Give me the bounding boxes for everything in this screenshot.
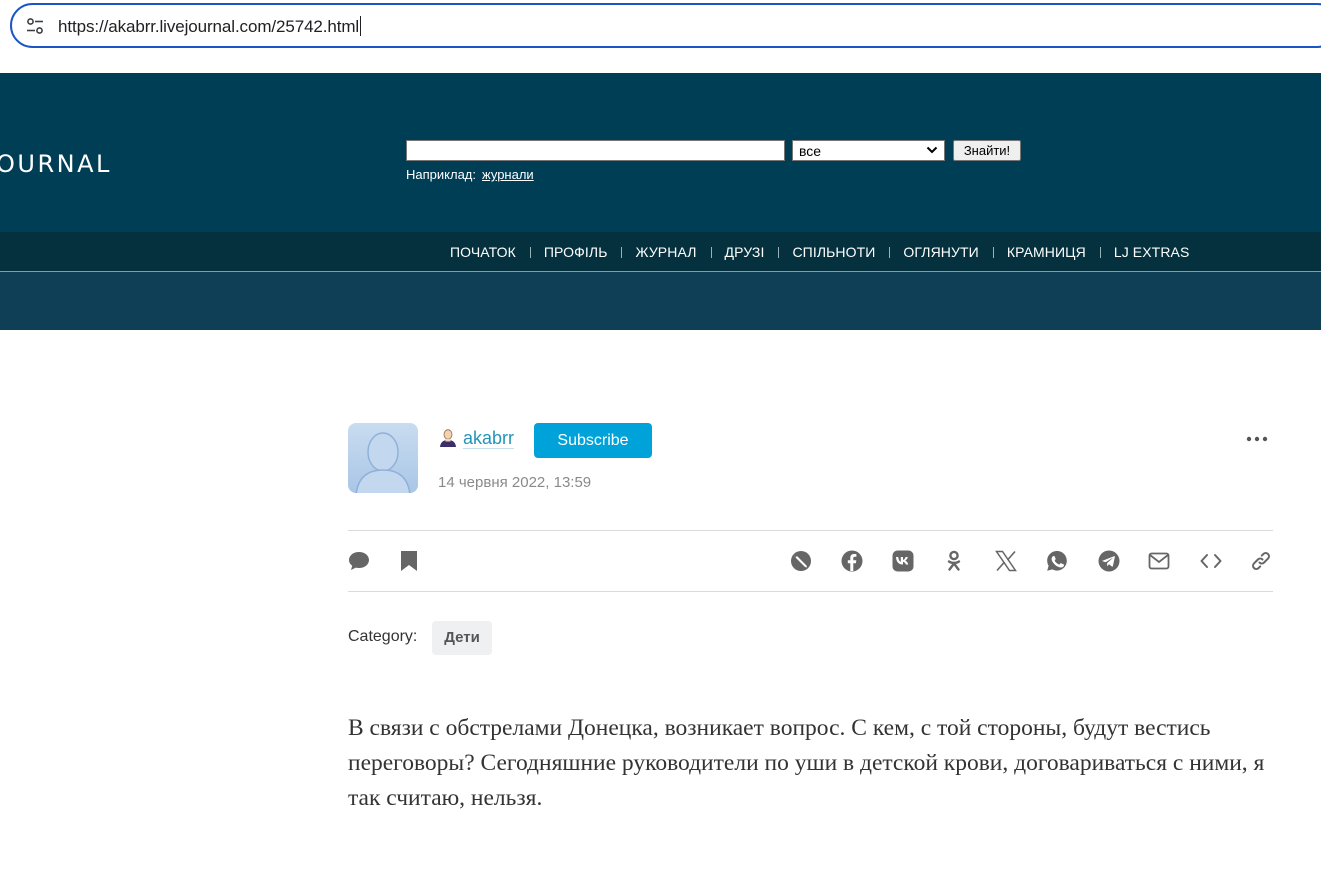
main-navigation: ПОЧАТОК ПРОФІЛЬ ЖУРНАЛ ДРУЗІ СПІЛЬНОТИ О… <box>0 232 1321 272</box>
text-caret <box>360 16 362 36</box>
bookmark-icon[interactable] <box>397 549 421 573</box>
search-example: Наприклад: журнали <box>406 167 534 182</box>
divider <box>348 591 1273 592</box>
nav-items: ПОЧАТОК ПРОФІЛЬ ЖУРНАЛ ДРУЗІ СПІЛЬНОТИ О… <box>436 232 1203 272</box>
link-icon[interactable] <box>1249 549 1273 573</box>
user-profile-icon[interactable] <box>438 428 458 448</box>
livejournal-logo[interactable]: OURNAL <box>0 150 112 178</box>
nav-item-lj-extras[interactable]: LJ EXTRAS <box>1099 244 1204 260</box>
search-scope-select[interactable]: все <box>792 140 945 161</box>
url-field[interactable]: https://akabrr.livejournal.com/25742.htm… <box>58 16 362 37</box>
comment-icon[interactable] <box>347 549 371 573</box>
whatsapp-icon[interactable] <box>1045 549 1069 573</box>
telegram-icon[interactable] <box>1097 549 1121 573</box>
author-username[interactable]: akabrr <box>463 428 515 449</box>
category-label: Category: <box>348 628 418 645</box>
browser-toolbar: https://akabrr.livejournal.com/25742.htm… <box>0 0 1321 56</box>
nav-item-shop[interactable]: КРАМНИЦЯ <box>992 244 1100 260</box>
livejournal-icon[interactable] <box>789 549 813 573</box>
chevron-down-icon <box>926 146 938 154</box>
nav-item-explore[interactable]: ОГЛЯНУТИ <box>889 244 992 260</box>
vk-icon[interactable] <box>891 549 915 573</box>
site-settings-icon[interactable] <box>26 17 44 35</box>
search-scope-value: все <box>799 143 822 159</box>
divider <box>348 530 1273 531</box>
post-body: В связи с обстрелами Донецка, возникает … <box>348 715 1265 811</box>
nav-item-profile[interactable]: ПРОФІЛЬ <box>529 244 622 260</box>
facebook-icon[interactable] <box>840 549 864 573</box>
nav-item-communities[interactable]: СПІЛЬНОТИ <box>778 244 889 260</box>
nav-item-home[interactable]: ПОЧАТОК <box>436 244 530 260</box>
subscribe-button[interactable]: Subscribe <box>534 423 652 458</box>
author-avatar[interactable] <box>348 423 418 493</box>
address-bar[interactable]: https://akabrr.livejournal.com/25742.htm… <box>10 3 1321 48</box>
nav-item-journal[interactable]: ЖУРНАЛ <box>621 244 710 260</box>
search-example-link[interactable]: журнали <box>482 167 534 182</box>
more-options-icon[interactable] <box>1244 432 1270 446</box>
email-icon[interactable] <box>1147 549 1171 573</box>
x-icon[interactable] <box>994 549 1018 573</box>
category-tag[interactable]: Дети <box>432 621 492 655</box>
nav-item-friends[interactable]: ДРУЗІ <box>710 244 779 260</box>
odnoklassniki-icon[interactable] <box>942 549 966 573</box>
search-example-prefix: Наприклад: <box>406 167 476 182</box>
embed-icon[interactable] <box>1199 549 1223 573</box>
search-input[interactable] <box>406 140 785 161</box>
site-header: OURNAL все Знайти! Наприклад: журнали <box>0 73 1321 232</box>
post-date: 14 червня 2022, 13:59 <box>438 474 592 491</box>
search-button[interactable]: Знайти! <box>953 140 1021 161</box>
default-userpic-icon <box>355 432 411 493</box>
journal-header-band <box>0 272 1321 330</box>
